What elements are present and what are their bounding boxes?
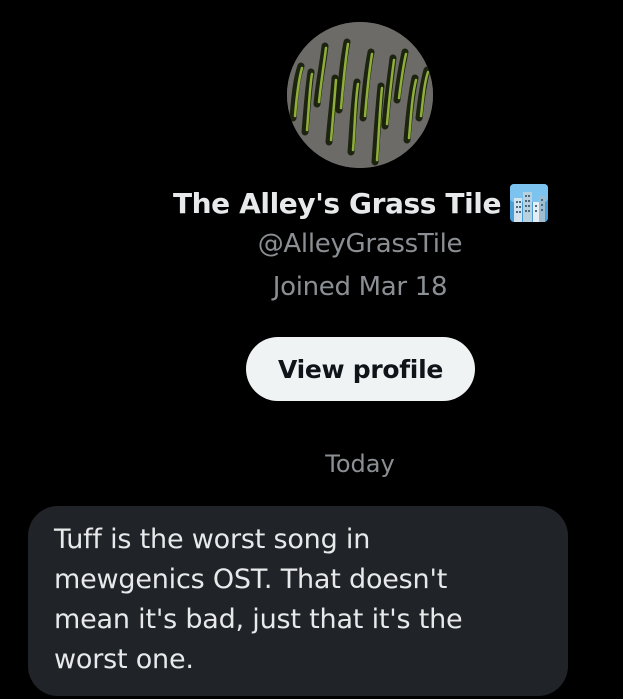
date-separator: Today [325, 450, 395, 478]
profile-name-row: The Alley's Grass Tile [0, 182, 623, 224]
view-profile-button[interactable]: View profile [246, 337, 475, 401]
dm-conversation-view: The Alley's Grass Tile @AlleyGrassTile J… [0, 0, 623, 699]
grass-tile-avatar-image [287, 22, 433, 168]
profile-handle: @AlleyGrassTile [257, 229, 463, 259]
joined-date: Joined Mar 18 [272, 272, 448, 302]
name-wrap: The Alley's Grass Tile [172, 184, 549, 222]
message-text: Tuff is the worst song in mewgenics OST.… [54, 524, 463, 675]
display-name: The Alley's Grass Tile [172, 186, 502, 220]
cityscape-icon [510, 184, 549, 222]
avatar[interactable] [287, 22, 433, 168]
